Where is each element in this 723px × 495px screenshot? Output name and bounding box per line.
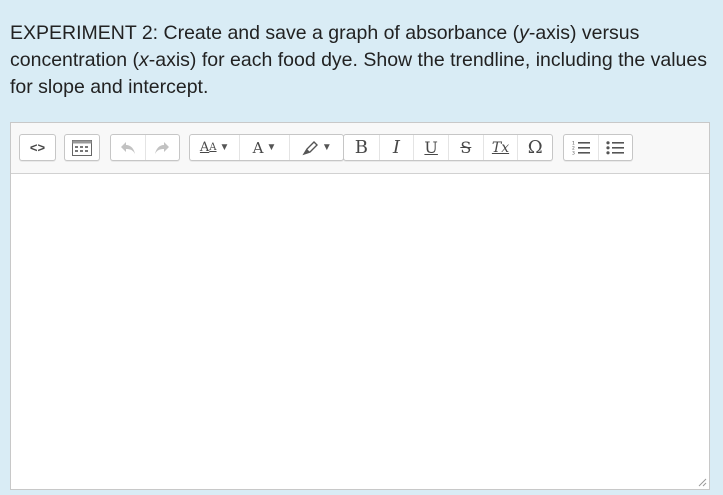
font-size-dropdown[interactable]: A A ▼ [190, 135, 239, 160]
special-character-button[interactable]: Ω [517, 135, 552, 160]
chevron-down-icon: ▼ [321, 142, 332, 153]
question-prompt: EXPERIMENT 2: Create and save a graph of… [10, 20, 715, 101]
numbered-list-button[interactable]: 123 [564, 135, 598, 160]
resize-handle-icon[interactable] [697, 477, 707, 487]
templates-icon [72, 139, 92, 156]
font-size-icon: A [199, 140, 210, 155]
editor-toolbar: <> A A ▼ A ▼ ▼ B I U S Tx Ω 1 2 3 [11, 123, 709, 174]
text-color-dropdown[interactable]: A ▼ [239, 135, 288, 160]
numbered-list-icon: 123 [572, 140, 590, 156]
source-group: <> [19, 134, 56, 161]
chevron-down-icon: ▼ [266, 142, 277, 153]
templates-button[interactable] [65, 135, 99, 160]
rich-text-editor: <> A A ▼ A ▼ ▼ B I U S Tx Ω 1 2 3 [10, 122, 710, 490]
format-group: A A ▼ A ▼ ▼ [189, 134, 344, 161]
question-italic-y: y [519, 22, 529, 44]
remove-format-button[interactable]: Tx [482, 135, 518, 160]
history-group [110, 134, 180, 161]
strikethrough-button[interactable]: S [448, 135, 483, 160]
italic-button[interactable]: I [378, 135, 414, 160]
redo-icon [155, 141, 170, 154]
undo-icon [120, 141, 135, 154]
bulleted-list-button[interactable] [597, 135, 632, 160]
redo-button[interactable] [144, 135, 179, 160]
highlighter-icon [302, 140, 318, 155]
bold-button[interactable]: B [344, 135, 379, 160]
font-size-icon-small: A [209, 142, 217, 153]
list-group: 123 [563, 134, 633, 161]
template-group [64, 134, 100, 161]
bulleted-list-icon [606, 140, 625, 154]
style-group: B I U S Tx Ω [343, 134, 553, 161]
question-text-1: EXPERIMENT 2: Create and save a graph of… [10, 22, 520, 44]
text-color-icon: A [252, 138, 264, 157]
editor-content-area[interactable] [11, 174, 709, 489]
underline-button[interactable]: U [413, 135, 448, 160]
chevron-down-icon: ▼ [219, 142, 230, 153]
source-code-button[interactable]: <> [20, 135, 55, 160]
svg-text:3: 3 [572, 150, 575, 156]
question-italic-x: x [139, 49, 149, 71]
undo-button[interactable] [111, 135, 145, 160]
highlight-dropdown[interactable]: ▼ [288, 135, 343, 160]
